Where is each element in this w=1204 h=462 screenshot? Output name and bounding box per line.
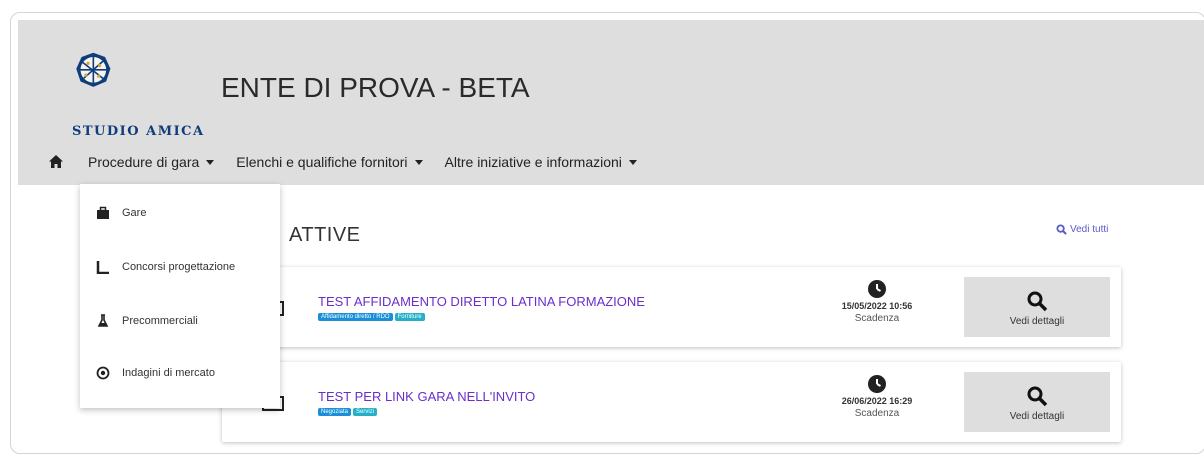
deadline: 15/05/2022 10:56 Scadenza: [832, 279, 922, 324]
details-button[interactable]: Vedi dettagli: [964, 277, 1110, 337]
target-icon: [96, 366, 110, 380]
caret-down-icon: [414, 159, 423, 165]
menu-item-label: Concorsi progettazione: [122, 261, 236, 273]
menu-item-label: Indagini di mercato: [122, 367, 215, 379]
menu-item-label: Gare: [122, 207, 147, 219]
category-badge: Forniture: [394, 313, 425, 321]
menu-item-concorsi-progettazione[interactable]: Concorsi progettazione: [96, 260, 235, 274]
home-icon[interactable]: [48, 154, 64, 170]
procedure-type-badge: Negoziata: [318, 408, 352, 416]
details-button[interactable]: Vedi dettagli: [964, 372, 1110, 432]
deadline: 26/06/2022 16:29 Scadenza: [832, 374, 922, 419]
view-all-link[interactable]: Vedi tutti: [1056, 224, 1108, 235]
details-label: Vedi dettagli: [1009, 316, 1065, 327]
site-title: ENTE DI PROVA - BETA: [221, 72, 530, 103]
deadline-date: 15/05/2022 10:56: [841, 301, 913, 311]
badge-group: Negoziata Servizi: [318, 408, 379, 416]
flask-icon: [97, 314, 109, 327]
view-all-label: Vedi tutti: [1070, 224, 1109, 235]
tender-card: TEST PER LINK GARA NELL'INVITO Negoziata…: [222, 362, 1121, 442]
details-label: Vedi dettagli: [1009, 411, 1065, 422]
clock-icon: [868, 375, 886, 393]
search-icon: [1027, 291, 1048, 312]
tender-title[interactable]: TEST PER LINK GARA NELL'INVITO: [318, 389, 535, 404]
badge-group: Affidamento diretto / RDO Forniture: [318, 313, 427, 321]
procedure-dropdown-menu: Gare Concorsi progettazione Precommercia…: [80, 184, 280, 408]
section-title: ATTIVE: [289, 224, 361, 246]
logo-text: STUDIO AMICA: [72, 124, 205, 139]
deadline-date: 26/06/2022 16:29: [841, 396, 913, 406]
menu-item-indagini-di-mercato[interactable]: Indagini di mercato: [96, 366, 215, 380]
nav-item-label: Procedure di gara: [88, 154, 200, 170]
menu-item-label: Precommerciali: [122, 315, 198, 327]
nav-item-label: Elenchi e qualifiche fornitori: [236, 154, 408, 170]
search-icon: [1056, 224, 1067, 235]
clock-icon: [868, 280, 886, 298]
deadline-label: Scadenza: [854, 408, 900, 419]
category-badge: Servizi: [353, 408, 378, 416]
nav-procedure-di-gara[interactable]: Procedure di gara: [88, 154, 215, 170]
search-icon: [1027, 386, 1048, 407]
tender-title[interactable]: TEST AFFIDAMENTO DIRETTO LATINA FORMAZIO…: [318, 294, 645, 309]
nav-altre-iniziative[interactable]: Altre iniziative e informazioni: [445, 154, 637, 170]
nav-elenchi-qualifiche[interactable]: Elenchi e qualifiche fornitori: [236, 154, 423, 170]
setsquare-icon: [96, 261, 109, 274]
procedure-type-badge: Affidamento diretto / RDO: [318, 313, 393, 321]
tender-card: TEST AFFIDAMENTO DIRETTO LATINA FORMAZIO…: [222, 267, 1121, 347]
studio-amica-logo[interactable]: [72, 36, 152, 126]
menu-item-gare[interactable]: Gare: [96, 206, 146, 220]
main-nav: Procedure di gara Elenchi e qualifiche f…: [48, 148, 659, 176]
caret-down-icon: [628, 159, 637, 165]
deadline-label: Scadenza: [854, 313, 900, 324]
menu-item-precommerciali[interactable]: Precommerciali: [96, 314, 198, 328]
nav-item-label: Altre iniziative e informazioni: [444, 154, 622, 170]
briefcase-icon: [97, 206, 109, 219]
caret-down-icon: [206, 159, 215, 165]
